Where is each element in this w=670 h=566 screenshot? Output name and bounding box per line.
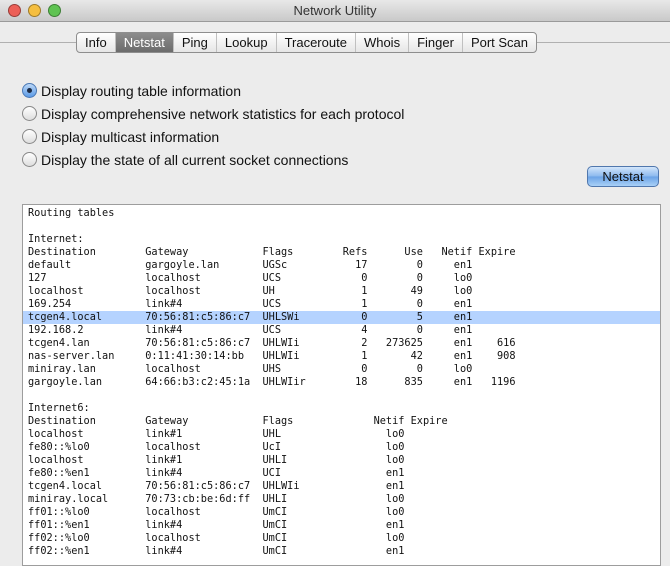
table-row: ff02::%en1 link#4 UmCI en1 <box>28 545 405 557</box>
table-row: 127 localhost UCS 0 0 lo0 <box>28 272 473 284</box>
window-title: Network Utility <box>293 3 377 18</box>
table-row: 192.168.2 link#4 UCS 4 0 en1 <box>28 324 473 336</box>
zoom-button[interactable] <box>48 4 61 17</box>
radio-option[interactable]: Display multicast information <box>22 125 404 148</box>
table-row: tcgen4.lan 70:56:81:c5:86:c7 UHLWIi 2 27… <box>28 337 516 349</box>
column-headers: Destination Gateway Flags Refs Use Netif… <box>28 246 516 258</box>
radio-label: Display routing table information <box>41 82 241 99</box>
title-bar: Network Utility <box>0 0 670 22</box>
output-heading: Routing tables <box>28 207 115 219</box>
table-row: fe80::%en1 link#4 UCI en1 <box>28 467 405 479</box>
netstat-button[interactable]: Netstat <box>587 166 659 187</box>
table-row: default gargoyle.lan UGSc 17 0 en1 <box>28 259 473 271</box>
table-row: miniray.local 70:73:cb:be:6d:ff UHLI lo0 <box>28 493 405 505</box>
table-row: nas-server.lan 0:11:41:30:14:bb UHLWIi 1… <box>28 350 516 362</box>
radio-button[interactable] <box>22 106 37 121</box>
table-row: gargoyle.lan 64:66:b3:c2:45:1a UHLWIir 1… <box>28 376 516 388</box>
radio-label: Display multicast information <box>41 128 220 145</box>
netstat-options: Display routing table information Display… <box>22 79 404 171</box>
table-row: tcgen4.local 70:56:81:c5:86:c7 UHLSWi 0 … <box>23 311 660 324</box>
radio-label: Display the state of all current socket … <box>41 151 349 168</box>
output-text-area[interactable]: Routing tables Internet: Destination Gatew… <box>22 204 661 566</box>
table-row: tcgen4.local 70:56:81:c5:86:c7 UHLWIi en… <box>28 480 405 492</box>
tab-lookup[interactable]: Lookup <box>217 33 277 52</box>
tab-netstat[interactable]: Netstat <box>115 33 174 52</box>
tab-info[interactable]: Info <box>77 33 116 52</box>
radio-label: Display comprehensive network statistics… <box>41 105 405 122</box>
tab-ping[interactable]: Ping <box>174 33 217 52</box>
table-row: ff01::%lo0 localhost UmCI lo0 <box>28 506 405 518</box>
tab-port-scan[interactable]: Port Scan <box>463 33 536 52</box>
table-row: 169.254 link#4 UCS 1 0 en1 <box>28 298 473 310</box>
table-row: miniray.lan localhost UHS 0 0 lo0 <box>28 363 473 375</box>
column-headers: Destination Gateway Flags Netif Expire <box>28 415 448 427</box>
radio-option[interactable]: Display comprehensive network statistics… <box>22 102 404 125</box>
section-title: Internet: <box>28 233 84 245</box>
radio-button[interactable] <box>22 83 37 98</box>
table-row: ff01::%en1 link#4 UmCI en1 <box>28 519 405 531</box>
tab-finger[interactable]: Finger <box>409 33 463 52</box>
table-row: ff02::%lo0 localhost UmCI lo0 <box>28 532 405 544</box>
tab-bar: Info Netstat Ping Lookup Traceroute Whois Fing… <box>76 32 538 53</box>
close-button[interactable] <box>8 4 21 17</box>
table-row: localhost localhost UH 1 49 lo0 <box>28 285 473 297</box>
tab-traceroute[interactable]: Traceroute <box>277 33 356 52</box>
radio-button[interactable] <box>22 129 37 144</box>
section-title: Internet6: <box>28 402 90 414</box>
table-row: localhost link#1 UHLI lo0 <box>28 454 405 466</box>
radio-option[interactable]: Display the state of all current socket … <box>22 148 404 171</box>
table-row: localhost link#1 UHL lo0 <box>28 428 405 440</box>
tab-whois[interactable]: Whois <box>356 33 410 52</box>
radio-button[interactable] <box>22 152 37 167</box>
radio-option[interactable]: Display routing table information <box>22 79 404 102</box>
minimize-button[interactable] <box>28 4 41 17</box>
table-row: fe80::%lo0 localhost UcI lo0 <box>28 441 405 453</box>
